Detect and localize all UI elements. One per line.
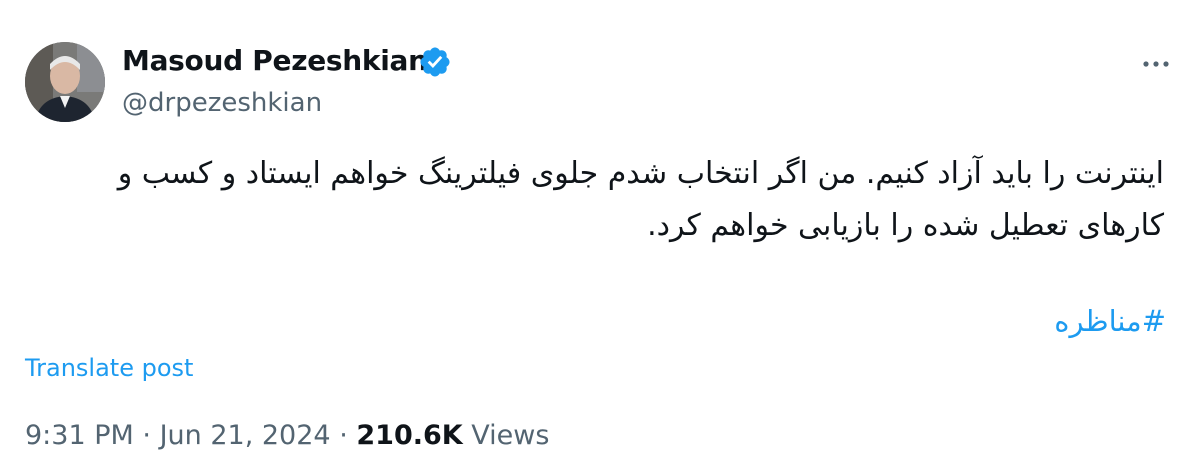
post-metadata: 9:31 PM · Jun 21, 2024 · 210.6K Views — [25, 420, 549, 451]
meta-separator: · — [142, 420, 151, 451]
author-display-name[interactable]: Masoud Pezeshkian — [122, 44, 428, 77]
post-text: اینترنت را باید آزاد کنیم. من اگر انتخاب… — [117, 156, 1164, 243]
post-date[interactable]: Jun 21, 2024 — [160, 420, 331, 451]
avatar[interactable] — [25, 42, 105, 122]
post-time[interactable]: 9:31 PM — [25, 420, 134, 451]
views-count: 210.6K — [356, 420, 463, 451]
verified-badge-icon — [420, 47, 450, 77]
views-label: Views — [471, 420, 550, 451]
meta-separator: · — [339, 420, 348, 451]
more-options-icon[interactable] — [1138, 52, 1174, 76]
hashtag-link[interactable]: #مناظره — [1054, 304, 1166, 338]
translate-post-link[interactable]: Translate post — [25, 354, 193, 382]
author-handle[interactable]: @drpezeshkian — [122, 88, 322, 118]
